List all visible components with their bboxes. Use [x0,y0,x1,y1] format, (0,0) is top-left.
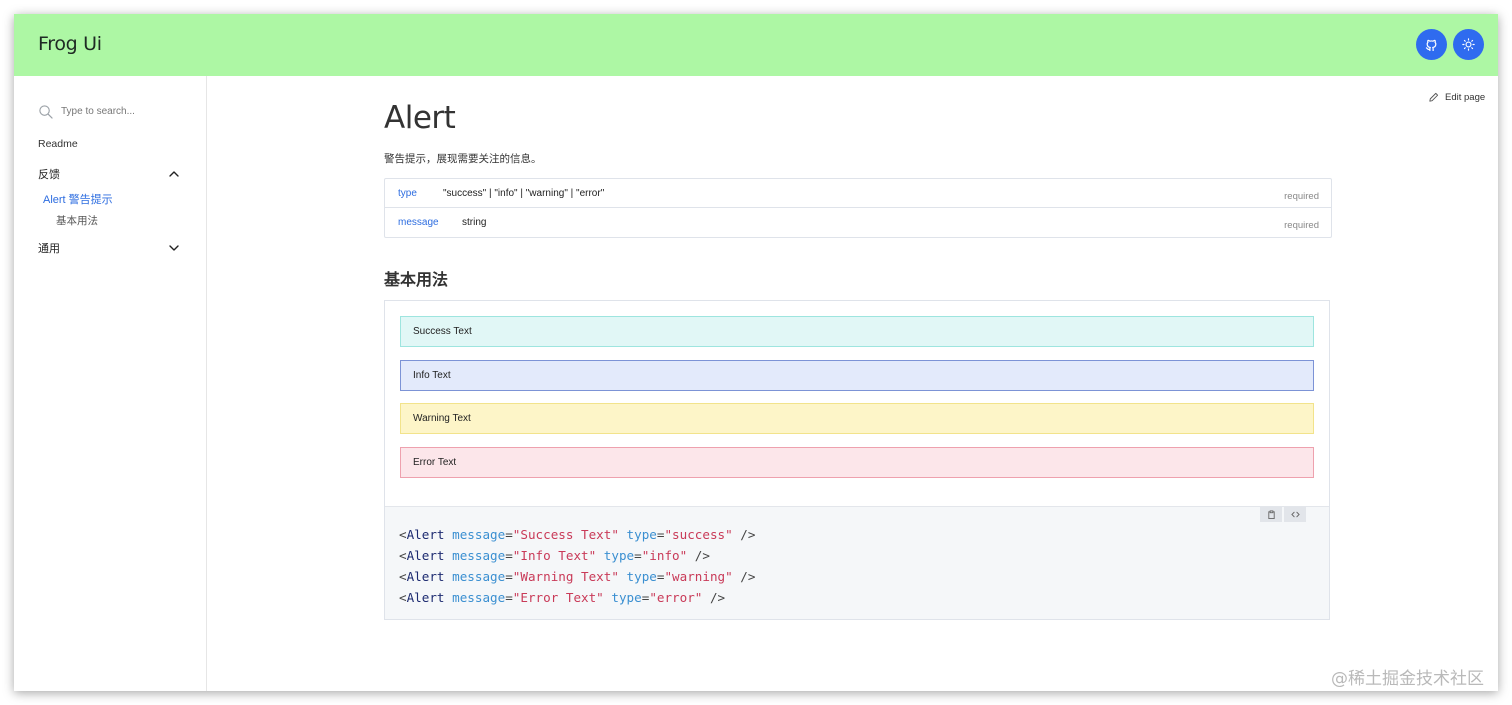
code-token: /> [732,527,756,542]
chevron-down-icon [169,245,179,251]
code-block: <Alert message="Success Text" type="succ… [385,506,1329,619]
chevron-up-icon [169,171,179,177]
github-button[interactable] [1416,29,1447,60]
code-token: message [452,548,506,563]
table-row: message string required [385,208,1331,237]
code-token: = [505,548,513,563]
code-token: type [626,569,657,584]
prop-type: string [462,217,487,228]
code-token: < [399,569,407,584]
code-token: message [452,569,506,584]
sidebar-item-alert[interactable]: Alert 警告提示 [43,191,113,207]
code-token: "error" [649,590,703,605]
code-token: = [505,590,513,605]
edit-page-link[interactable]: Edit page [1428,92,1485,103]
code-token: = [634,548,642,563]
brand-logo[interactable]: Frog Ui [38,33,102,55]
code-token: Alert [406,548,445,563]
code-line: <Alert message="Error Text" type="error"… [399,587,755,608]
code-token: type [611,590,642,605]
sidebar-item-readme[interactable]: Readme [38,138,78,150]
toggle-code-button[interactable] [1284,507,1306,522]
sun-icon [1462,38,1475,51]
prop-name: type [398,188,417,199]
props-table: type "success" | "info" | "warning" | "e… [384,178,1332,238]
code-token: "Error Text" [512,590,604,605]
code-token: message [452,527,506,542]
code-token: /> [732,569,756,584]
code-token: "Warning Text" [512,569,619,584]
github-icon [1425,39,1437,51]
alert-success: Success Text [400,316,1314,347]
code-token: "success" [664,527,733,542]
sidebar-group-label: 通用 [38,243,60,255]
code-token: = [505,527,513,542]
code-token: < [399,590,407,605]
code-token: "Success Text" [512,527,619,542]
page-description: 警告提示，展现需要关注的信息。 [384,153,542,165]
code-token: message [452,590,506,605]
code-token: Alert [406,527,445,542]
code-token: type [626,527,657,542]
clipboard-icon [1267,510,1275,519]
search-input[interactable] [61,105,181,117]
table-row: type "success" | "info" | "warning" | "e… [385,179,1331,208]
copy-code-button[interactable] [1260,507,1282,522]
section-title: 基本用法 [384,272,449,289]
search-icon [39,104,53,119]
prop-required: required [1284,191,1319,202]
code-text: <Alert message="Success Text" type="succ… [399,524,755,608]
theme-toggle-button[interactable] [1453,29,1484,60]
sidebar-subitem-basic-usage[interactable]: 基本用法 [56,213,98,228]
code-token: type [603,548,635,563]
code-token: Alert [406,569,445,584]
page-title: Alert [384,100,456,136]
code-token: Alert [406,590,445,605]
code-line: <Alert message="Warning Text" type="warn… [399,566,755,587]
sidebar-group-label: 反馈 [38,169,60,181]
prop-type: "success" | "info" | "warning" | "error" [443,188,605,199]
prop-name: message [398,217,439,228]
pencil-icon [1429,92,1439,102]
code-icon [1290,511,1300,518]
edit-page-label: Edit page [1445,92,1486,103]
code-line: <Alert message="Success Text" type="succ… [399,524,755,545]
prop-required: required [1284,220,1319,231]
app-window: Frog Ui Readme 反馈 Alert 警告提示 [14,14,1498,691]
watermark: @稀土掘金技术社区 [1331,669,1484,689]
sidebar-group-general[interactable]: 通用 [38,240,180,256]
code-token: = [505,569,513,584]
code-token: "info" [641,548,688,563]
alert-warning: Warning Text [400,403,1314,434]
code-token: < [399,548,407,563]
code-token: "Info Text" [512,548,597,563]
code-line: <Alert message="Info Text" type="info" /… [399,545,755,566]
code-token: < [399,527,407,542]
sidebar: Readme 反馈 Alert 警告提示 基本用法 通用 [14,76,207,691]
alert-error: Error Text [400,447,1314,478]
code-token: /> [702,590,726,605]
code-token: "warning" [664,569,733,584]
alert-info: Info Text [400,360,1314,391]
sidebar-group-feedback[interactable]: 反馈 [38,166,180,182]
search-box[interactable] [38,102,188,120]
top-navbar: Frog Ui [14,14,1498,76]
demo-panel: Success Text Info Text Warning Text Erro… [384,300,1330,620]
code-token: /> [687,548,710,563]
